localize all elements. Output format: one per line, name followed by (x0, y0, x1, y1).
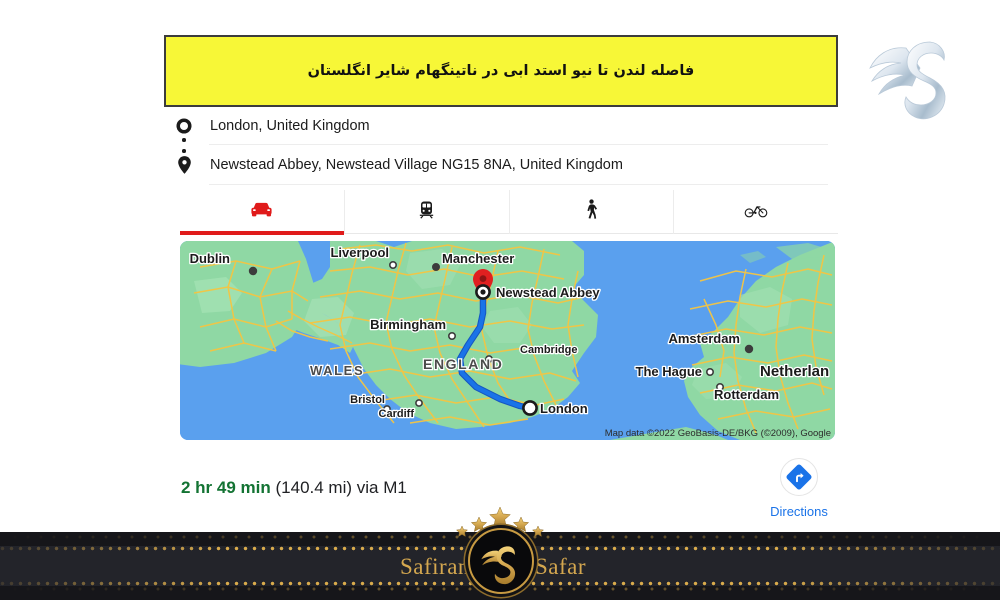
svg-text:Amsterdam: Amsterdam (668, 331, 740, 346)
map-attribution: Map data ©2022 GeoBasis-DE/BKG (©2009), … (604, 428, 831, 439)
title-banner: فاصله لندن تا نیو استد ابی در ناتینگهام … (164, 35, 838, 107)
car-icon (250, 201, 273, 224)
tab-transit[interactable] (345, 190, 510, 234)
svg-text:ENGLAND: ENGLAND (423, 356, 503, 372)
destination-row[interactable]: Newstead Abbey, Newstead Village NG15 8N… (164, 145, 838, 185)
footer-brand-right: Safar (535, 554, 587, 579)
directions-label: Directions (770, 504, 828, 519)
origin-text: London, United Kingdom (210, 118, 370, 134)
tab-cycling[interactable] (674, 190, 838, 234)
origin-circle-icon (173, 113, 195, 139)
svg-text:Bristol: Bristol (350, 394, 385, 406)
tab-driving[interactable] (180, 190, 345, 235)
svg-text:Cambridge: Cambridge (520, 344, 577, 356)
winged-s-emblem-icon (468, 528, 534, 594)
destination-text: Newstead Abbey, Newstead Village NG15 8N… (210, 157, 623, 173)
svg-text:Newstead Abbey: Newstead Abbey (496, 285, 600, 300)
destination-pin-icon (173, 152, 195, 178)
svg-text:Liverpool: Liverpool (330, 245, 389, 260)
bicycle-icon (744, 202, 768, 223)
walking-icon (584, 199, 598, 225)
svg-text:Dublin: Dublin (190, 251, 230, 266)
origin-row[interactable]: London, United Kingdom (164, 107, 838, 145)
travel-mode-tabs (180, 190, 838, 235)
svg-text:Netherlan: Netherlan (760, 363, 829, 380)
svg-text:WALES: WALES (310, 363, 364, 378)
map-preview[interactable]: Dublin Liverpool Manchester Newstead Abb… (180, 241, 835, 440)
title-banner-text: فاصله لندن تا نیو استد ابی در ناتینگهام … (307, 63, 695, 79)
svg-text:Rotterdam: Rotterdam (714, 387, 779, 402)
page-root: فاصله لندن تا نیو استد ابی در ناتینگهام … (0, 0, 1000, 600)
svg-text:Cardiff: Cardiff (379, 408, 415, 420)
directions-panel: London, United Kingdom Newstead Abbey, N… (164, 107, 838, 185)
train-icon (419, 200, 434, 224)
footer-brand-left: Safiran (400, 554, 470, 579)
svg-text:Manchester: Manchester (442, 251, 514, 266)
route-duration: 2 hr 49 min (181, 478, 271, 497)
svg-text:The Hague: The Hague (636, 364, 702, 379)
winged-s-logo-icon (858, 22, 970, 134)
directions-arrow-icon (780, 458, 818, 496)
route-summary: 2 hr 49 min (140.4 mi) via M1 (181, 478, 407, 498)
destination-divider (209, 184, 828, 185)
svg-text:London: London (540, 401, 588, 416)
svg-text:Birmingham: Birmingham (370, 317, 446, 332)
directions-button[interactable]: Directions (762, 458, 836, 519)
route-distance: (140.4 mi) via M1 (275, 478, 407, 497)
tab-walking[interactable] (510, 190, 675, 234)
